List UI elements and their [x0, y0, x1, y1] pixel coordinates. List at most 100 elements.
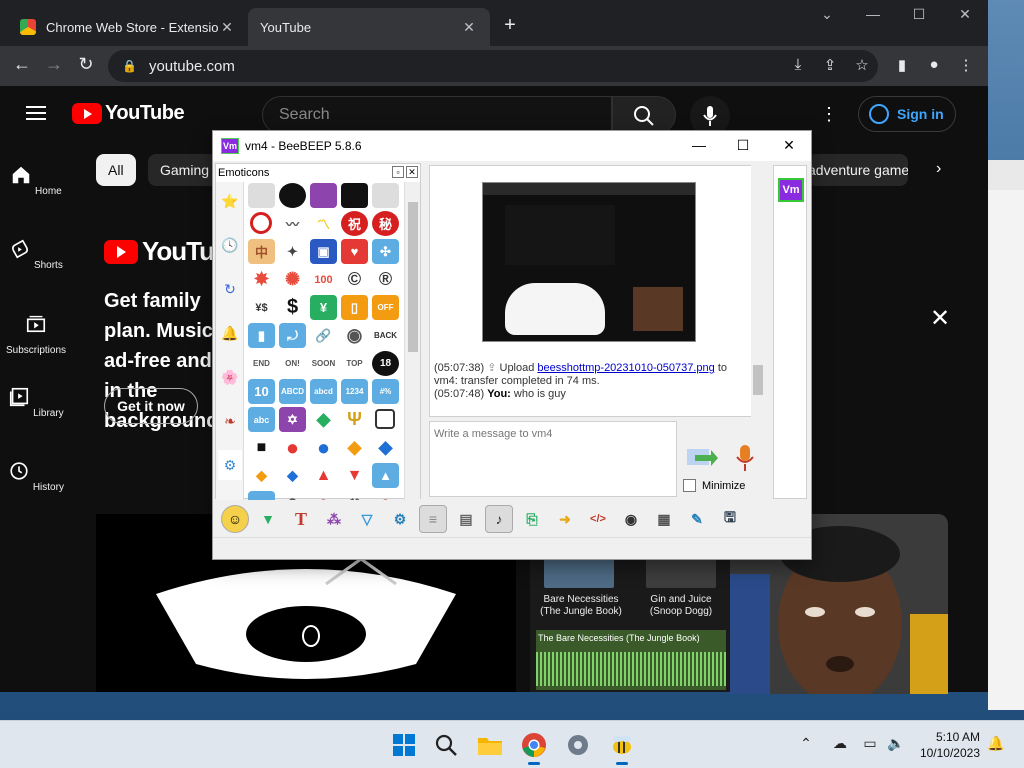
- emoticon-item[interactable]: ON!: [279, 351, 306, 376]
- emoticon-item[interactable]: ◆: [372, 435, 399, 460]
- music-note-icon[interactable]: ♪: [485, 505, 513, 533]
- screenshot-icon[interactable]: ◉: [617, 505, 645, 533]
- emoticon-item[interactable]: BACK: [372, 323, 399, 348]
- close-tab-icon[interactable]: ✕: [460, 19, 478, 36]
- sidebar-item-subscriptions[interactable]: Subscriptions: [0, 312, 72, 356]
- emoticon-item[interactable]: ◆: [248, 463, 275, 488]
- emoticon-item[interactable]: ✣: [372, 239, 399, 264]
- thumbnail-jungle-book[interactable]: [544, 558, 614, 588]
- sidebar-item-shorts[interactable]: Shorts: [0, 238, 72, 271]
- emoticon-item[interactable]: ▮: [248, 323, 275, 348]
- emoticon-item[interactable]: ▯: [341, 295, 368, 320]
- back-icon[interactable]: ←: [10, 54, 34, 75]
- emoticon-item[interactable]: ⤾: [279, 323, 306, 348]
- get-it-now-button[interactable]: Get it now: [104, 388, 198, 424]
- emoticon-item[interactable]: ✡: [279, 407, 306, 432]
- file-link[interactable]: beesshottmp-20231010-050737.png: [537, 362, 714, 374]
- chip-gaming[interactable]: Gaming: [148, 154, 222, 186]
- emoticon-item[interactable]: [372, 183, 399, 208]
- new-tab-button[interactable]: +: [498, 14, 522, 37]
- record-voice-button[interactable]: [733, 443, 757, 473]
- send-file-icon[interactable]: ➜: [551, 505, 579, 533]
- emoticon-item[interactable]: 秘: [372, 211, 399, 236]
- emoticon-item[interactable]: SOON: [310, 351, 337, 376]
- display-icon[interactable]: ▭: [860, 735, 880, 752]
- settings-gear-icon[interactable]: ⚙: [386, 505, 414, 533]
- youtube-logo[interactable]: YouTube: [72, 102, 185, 125]
- emoticon-item[interactable]: ®: [372, 267, 399, 292]
- emoticon-item[interactable]: Ψ: [341, 407, 368, 432]
- text-color-icon[interactable]: ▼: [254, 505, 282, 533]
- sidebar-item-library[interactable]: Library: [0, 386, 72, 419]
- maximize-icon[interactable]: ☐: [731, 137, 755, 154]
- maximize-icon[interactable]: ☐: [904, 6, 934, 23]
- category-tab-objects[interactable]: 🔔: [218, 318, 242, 348]
- search-button[interactable]: [430, 729, 462, 761]
- message-input[interactable]: Write a message to vm4: [429, 421, 677, 497]
- emoticon-item[interactable]: 〰: [279, 211, 306, 236]
- emoticon-item[interactable]: $: [279, 295, 306, 320]
- thumbnail-snoop[interactable]: [646, 558, 716, 588]
- compact-mode-icon[interactable]: ▤: [452, 505, 480, 533]
- emoticon-item[interactable]: ◆: [310, 407, 337, 432]
- emoticon-item[interactable]: ✺: [279, 267, 306, 292]
- emoticon-item[interactable]: abc: [248, 407, 275, 432]
- volume-icon[interactable]: 🔈: [886, 735, 906, 752]
- emoticon-item[interactable]: ◆: [341, 435, 368, 460]
- emoticon-item[interactable]: [279, 183, 306, 208]
- share-icon[interactable]: ⇪: [820, 56, 840, 74]
- forward-icon[interactable]: →: [42, 54, 66, 75]
- start-button[interactable]: [388, 729, 420, 761]
- emoticon-item[interactable]: ✦: [279, 239, 306, 264]
- emoticon-item[interactable]: END: [248, 351, 275, 376]
- settings-taskbar-button[interactable]: [562, 729, 594, 761]
- float-panel-icon[interactable]: ▫: [392, 166, 404, 178]
- category-tab-places[interactable]: ❧: [218, 406, 242, 436]
- emoticon-item[interactable]: ♥: [341, 239, 368, 264]
- chevron-right-icon[interactable]: ›: [936, 160, 941, 178]
- emoticon-item[interactable]: ⚲: [279, 491, 306, 501]
- send-button[interactable]: [685, 443, 719, 473]
- emoticon-item[interactable]: 100: [310, 267, 337, 292]
- chevron-down-icon[interactable]: ⌄: [812, 6, 842, 23]
- emoticon-item[interactable]: ⊘: [310, 491, 337, 501]
- sidebar-item-history[interactable]: History: [0, 460, 72, 493]
- emoticon-item[interactable]: 祝: [341, 211, 368, 236]
- emoticon-item[interactable]: ⚒: [341, 491, 368, 501]
- code-icon[interactable]: </>: [584, 505, 612, 533]
- emoticon-item[interactable]: ●: [310, 435, 337, 460]
- close-panel-icon[interactable]: ✕: [406, 166, 418, 178]
- emoticon-item[interactable]: TOP: [341, 351, 368, 376]
- side-panel-icon[interactable]: ▮: [892, 56, 912, 74]
- chrome-menu-icon[interactable]: ⋮: [956, 56, 976, 74]
- save-floppy-icon[interactable]: 🖫: [716, 505, 744, 533]
- tray-overflow-icon[interactable]: ⌃: [796, 735, 816, 752]
- emoticon-item[interactable]: ◆: [279, 463, 306, 488]
- emoticon-item[interactable]: ⊘: [372, 491, 399, 501]
- close-tab-icon[interactable]: ✕: [218, 19, 236, 36]
- spellcheck-icon[interactable]: ≡: [419, 505, 447, 533]
- emoticon-item[interactable]: ¥: [310, 295, 337, 320]
- address-bar[interactable]: 🔒 youtube.com: [108, 50, 878, 82]
- emoticon-item[interactable]: 🔗: [310, 323, 337, 348]
- cloud-icon[interactable]: ☁: [830, 735, 850, 752]
- hamburger-menu-icon[interactable]: [26, 106, 46, 120]
- emoticon-item[interactable]: 10: [248, 379, 275, 404]
- search-input[interactable]: Search: [262, 96, 612, 134]
- font-icon[interactable]: T: [287, 505, 315, 533]
- notification-bell-icon[interactable]: 🔔: [986, 735, 1006, 752]
- emoticon-item[interactable]: ©: [341, 267, 368, 292]
- emoticon-item[interactable]: ▣: [310, 239, 337, 264]
- emoticon-item[interactable]: 18: [372, 351, 399, 376]
- user-avatar[interactable]: Vm: [778, 178, 804, 202]
- magic-wand-icon[interactable]: ⁂: [320, 505, 348, 533]
- emoticon-item[interactable]: [310, 183, 337, 208]
- emoticon-item[interactable]: 1234: [341, 379, 368, 404]
- install-icon[interactable]: ⤓: [788, 56, 808, 73]
- category-tab-nature[interactable]: 🌸: [218, 362, 242, 392]
- emoticon-item[interactable]: ■: [248, 435, 275, 460]
- emoticon-item[interactable]: 中: [248, 239, 275, 264]
- close-window-icon[interactable]: ✕: [950, 6, 980, 23]
- scrollbar-thumb[interactable]: [408, 202, 418, 352]
- emoticon-toggle-icon[interactable]: ☺: [221, 505, 249, 533]
